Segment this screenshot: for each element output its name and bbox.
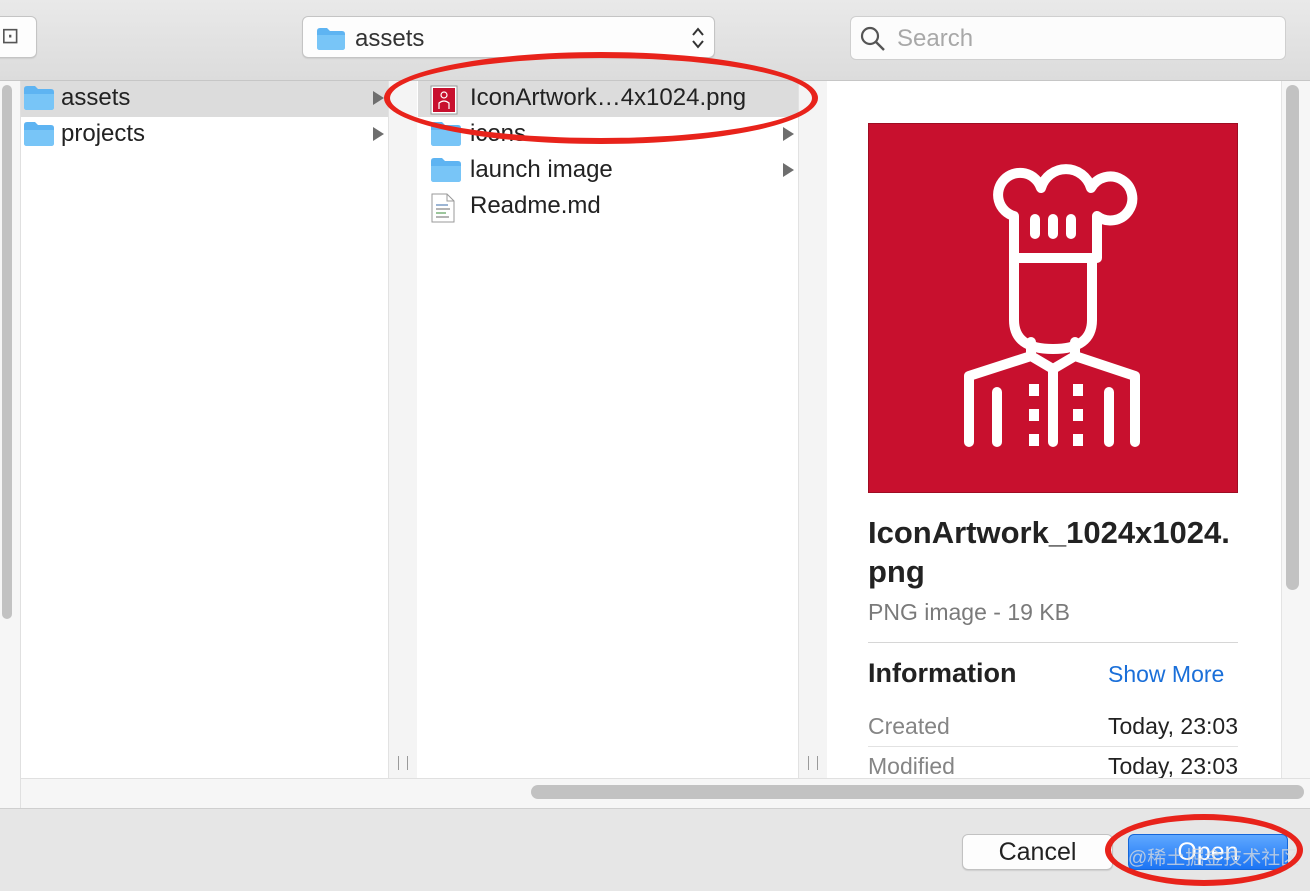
chef-icon (964, 164, 1140, 447)
search-input[interactable] (895, 21, 1279, 57)
png-file-icon (430, 85, 458, 115)
horizontal-scrollbar-thumb[interactable] (531, 785, 1304, 799)
column2-item-label: Readme.md (470, 192, 601, 219)
column2-item-launch-image[interactable]: launch image (418, 153, 798, 189)
left-scrollbar-thumb[interactable] (2, 85, 12, 619)
dialog-button-bar: Cancel Open @稀土掘金技术社区 (0, 808, 1310, 891)
cancel-button[interactable]: Cancel (962, 834, 1113, 870)
column2-item-readme[interactable]: Readme.md (418, 189, 798, 225)
disclosure-arrow-icon (373, 91, 384, 105)
disclosure-arrow-icon (373, 127, 384, 141)
info-key: Modified (868, 753, 955, 778)
column-divider[interactable] (799, 81, 827, 778)
search-field[interactable] (850, 16, 1286, 60)
info-row-modified: Modified Today, 23:03 (868, 748, 1238, 778)
column2-item-label: launch image (470, 156, 613, 183)
folder-icon (24, 86, 54, 110)
left-scrollbar[interactable] (0, 81, 21, 808)
chevron-up-down-icon (692, 27, 704, 49)
info-value: Today, 23:03 (1107, 753, 1238, 778)
column-browser: assets projects IconArtwork…4x1024.png i… (0, 81, 1310, 809)
folder-icon (317, 28, 345, 50)
preview-kind-size: PNG image - 19 KB (868, 599, 1070, 625)
info-key: Created (868, 713, 950, 739)
disclosure-arrow-icon (783, 163, 794, 177)
information-heading: Information (868, 658, 1017, 688)
horizontal-scrollbar[interactable] (21, 778, 1310, 809)
location-label: assets (355, 25, 425, 52)
column2-item-icons[interactable]: icons (418, 117, 798, 153)
info-value: Today, 23:03 (1107, 713, 1238, 739)
new-folder-icon: ⊡ (1, 23, 20, 48)
column-1: assets projects (21, 81, 389, 778)
column-resize-handle[interactable] (808, 756, 818, 770)
search-icon (860, 26, 885, 51)
column-divider[interactable] (389, 81, 417, 778)
column1-item-assets[interactable]: assets (21, 81, 388, 117)
column-2: IconArtwork…4x1024.png icons launch imag… (418, 81, 799, 778)
column1-item-label: assets (61, 84, 131, 111)
preview-filename: IconArtwork_1024x1024.png (868, 515, 1230, 589)
new-folder-button[interactable]: ⊡ (0, 16, 37, 58)
column1-item-projects[interactable]: projects (21, 117, 388, 153)
folder-icon (431, 122, 461, 146)
folder-icon (431, 158, 461, 182)
column2-item-label: icons (470, 120, 527, 147)
folder-icon (24, 122, 54, 146)
preview-pane: IconArtwork_1024x1024.png PNG image - 19… (828, 81, 1280, 778)
column-resize-handle[interactable] (398, 756, 408, 770)
column2-item-iconartwork[interactable]: IconArtwork…4x1024.png (418, 81, 798, 117)
preview-thumbnail (868, 123, 1238, 493)
disclosure-arrow-icon (783, 127, 794, 141)
preview-divider (868, 642, 1238, 643)
column1-item-label: projects (61, 120, 146, 147)
column2-item-label: IconArtwork…4x1024.png (470, 84, 747, 111)
info-row-created: Created Today, 23:03 (868, 708, 1238, 747)
watermark: @稀土掘金技术社区 (1128, 848, 1300, 869)
toolbar: ⊡ assets (0, 0, 1310, 81)
location-popup[interactable]: assets (302, 16, 715, 58)
text-document-icon (431, 193, 455, 223)
preview-scrollbar[interactable] (1281, 81, 1310, 778)
preview-scrollbar-thumb[interactable] (1286, 85, 1299, 590)
show-more-link[interactable]: Show More (1108, 661, 1224, 688)
